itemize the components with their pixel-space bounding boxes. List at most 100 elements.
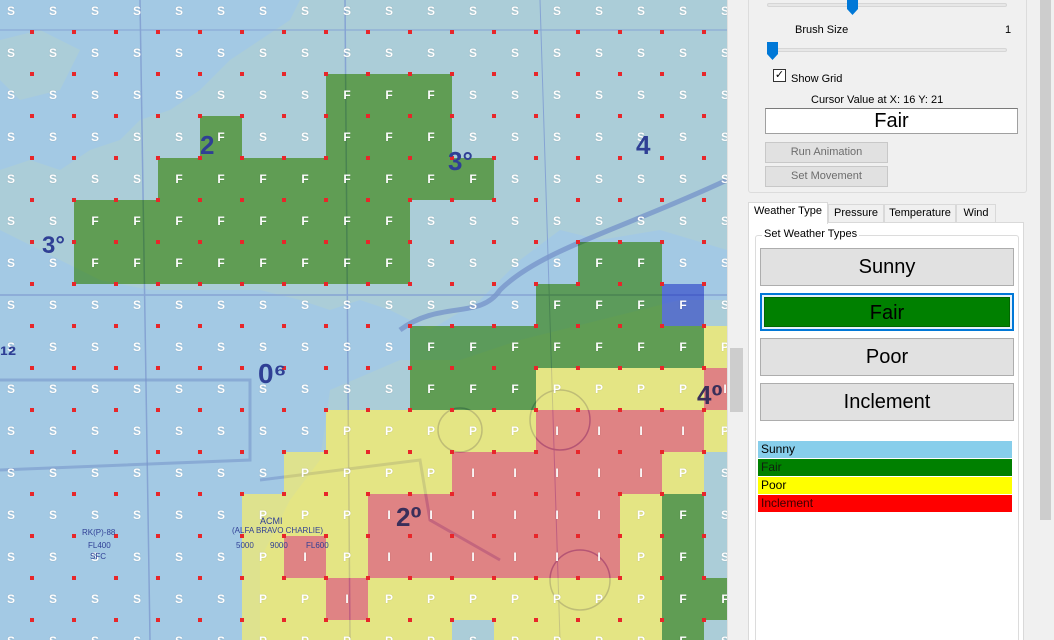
grid-cell-sunny[interactable]: S (368, 32, 410, 74)
grid-cell-fair[interactable]: F (326, 74, 368, 116)
grid-cell-sunny[interactable]: S (368, 368, 410, 410)
grid-cell-sunny[interactable]: S (326, 284, 368, 326)
tab-temperature[interactable]: Temperature (884, 204, 956, 223)
grid-cell-sunny[interactable]: S (116, 368, 158, 410)
grid-cell-sunny[interactable]: S (620, 74, 662, 116)
grid-cell-sunny[interactable]: S (158, 536, 200, 578)
grid-cell-sunny[interactable]: S (116, 494, 158, 536)
grid-cell-poor[interactable]: P (620, 536, 662, 578)
top-slider-track[interactable] (767, 3, 1007, 7)
grid-cell-inclement[interactable]: I (452, 536, 494, 578)
grid-cell-poor[interactable]: P (578, 620, 620, 640)
grid-cell-sunny[interactable]: S (0, 410, 32, 452)
grid-cell-sunny[interactable]: S (200, 32, 242, 74)
grid-cell-sunny[interactable]: S (410, 200, 452, 242)
grid-cell-sunny[interactable]: S (452, 0, 494, 32)
grid-cell-poor[interactable]: P (704, 326, 727, 368)
grid-cell-sunny[interactable]: S (200, 578, 242, 620)
grid-cell-sunny[interactable]: S (116, 536, 158, 578)
grid-cell-sunny[interactable]: S (74, 578, 116, 620)
grid-cell-sunny[interactable]: S (74, 284, 116, 326)
grid-cell-fair[interactable]: F (662, 494, 704, 536)
grid-cell-fair[interactable]: F (662, 620, 704, 640)
grid-cell-fair[interactable]: F (326, 200, 368, 242)
grid-cell-fair[interactable]: F (242, 200, 284, 242)
grid-cell-sunny[interactable]: S (704, 74, 727, 116)
grid-cell-inclement[interactable]: I (620, 452, 662, 494)
grid-cell-sunny[interactable]: S (242, 74, 284, 116)
run-animation-button[interactable]: Run Animation (765, 142, 888, 163)
grid-cell-poor[interactable]: P (326, 620, 368, 640)
grid-cell-fair[interactable]: F (200, 158, 242, 200)
grid-cell-sunny[interactable]: S (578, 200, 620, 242)
grid-cell-sunny[interactable]: S (158, 32, 200, 74)
grid-cell-sunny[interactable]: S (32, 536, 74, 578)
grid-cell-sunny[interactable]: S (158, 0, 200, 32)
grid-cell-fair[interactable]: F (620, 326, 662, 368)
grid-cell-fair[interactable]: F (368, 200, 410, 242)
grid-cell-poor[interactable]: P (410, 452, 452, 494)
grid-cell-fair[interactable]: F (410, 74, 452, 116)
grid-cell-sunny[interactable]: S (536, 116, 578, 158)
grid-cell-sunny[interactable]: S (410, 284, 452, 326)
grid-cell-sunny[interactable]: S (0, 158, 32, 200)
grid-cell-fair[interactable]: F (284, 242, 326, 284)
grid-cell-sunny[interactable]: S (32, 452, 74, 494)
grid-cell-poor[interactable]: P (326, 494, 368, 536)
grid-cell-fair[interactable]: F (200, 242, 242, 284)
grid-cell-sunny[interactable]: S (704, 494, 727, 536)
grid-cell-sunny[interactable]: S (0, 368, 32, 410)
grid-cell-fair[interactable]: F (536, 284, 578, 326)
grid-cell-inclement[interactable]: I (536, 410, 578, 452)
grid-cell-inclement[interactable]: I (578, 452, 620, 494)
grid-cell-sunny[interactable]: S (74, 368, 116, 410)
grid-cell-poor[interactable]: P (410, 578, 452, 620)
grid-cell-fair[interactable]: F (284, 200, 326, 242)
grid-cell-sunny[interactable]: S (368, 0, 410, 32)
tab-wind[interactable]: Wind (956, 204, 996, 223)
grid-cell-sunny[interactable]: S (0, 200, 32, 242)
grid-cell-fair[interactable]: F (662, 578, 704, 620)
grid-cell-inclement[interactable]: I (536, 452, 578, 494)
grid-cell-inclement[interactable]: I (494, 536, 536, 578)
grid-cell-fair[interactable]: F (662, 536, 704, 578)
grid-cell-sunny[interactable]: S (284, 284, 326, 326)
grid-cell-sunny[interactable]: S (200, 284, 242, 326)
grid-cell-sunny[interactable]: S (662, 0, 704, 32)
grid-cell-sunny[interactable]: S (200, 74, 242, 116)
grid-cell-sunny[interactable]: S (74, 410, 116, 452)
grid-cell-sunny[interactable]: S (452, 200, 494, 242)
grid-cell-poor[interactable]: P (494, 620, 536, 640)
grid-cell-sunny[interactable]: S (704, 32, 727, 74)
grid-cell-sunny[interactable]: S (284, 74, 326, 116)
grid-cell-sunny[interactable]: S (32, 410, 74, 452)
grid-cell-sunny[interactable]: S (116, 326, 158, 368)
grid-cell-sunny[interactable]: S (662, 200, 704, 242)
grid-cell-poor[interactable]: P (368, 452, 410, 494)
grid-cell-sunny[interactable]: S (0, 536, 32, 578)
panel-scrollbar-thumb[interactable] (1040, 0, 1051, 520)
grid-cell-poor[interactable]: P (620, 578, 662, 620)
grid-cell-sunny[interactable]: S (452, 242, 494, 284)
grid-cell-sunny[interactable]: S (116, 578, 158, 620)
grid-cell-sunny[interactable]: S (200, 452, 242, 494)
grid-cell-sunny[interactable]: S (578, 32, 620, 74)
grid-cell-sunny[interactable]: S (158, 284, 200, 326)
grid-cell-fair[interactable]: F (242, 158, 284, 200)
grid-cell-poor[interactable]: P (578, 368, 620, 410)
grid-cell-sunny[interactable]: S (116, 410, 158, 452)
grid-cell-inclement[interactable]: I (494, 452, 536, 494)
grid-cell-poor[interactable]: P (704, 410, 727, 452)
grid-cell-sunny[interactable]: S (284, 410, 326, 452)
grid-cell-sunny[interactable]: S (0, 452, 32, 494)
grid-cell-sunny[interactable]: S (32, 578, 74, 620)
grid-cell-sunny[interactable]: S (242, 116, 284, 158)
grid-cell-sunny[interactable]: S (326, 32, 368, 74)
grid-cell-fair[interactable]: F (578, 284, 620, 326)
grid-cell-sunny[interactable]: S (116, 158, 158, 200)
grid-cell-sunny[interactable]: S (0, 620, 32, 640)
grid-cell-fair[interactable]: F (74, 200, 116, 242)
grid-cell-sunny[interactable]: S (704, 620, 727, 640)
grid-cell-sunny[interactable]: S (158, 410, 200, 452)
grid-cell-inclement[interactable]: I (410, 536, 452, 578)
